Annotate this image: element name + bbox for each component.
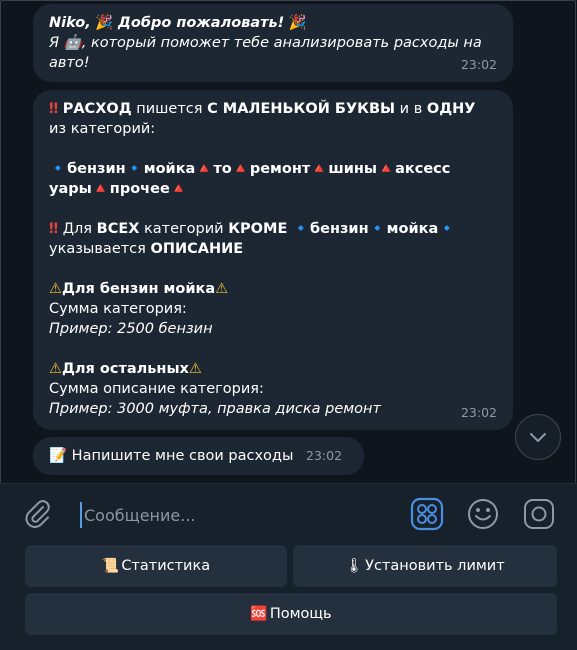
welcome-text: авто! bbox=[49, 55, 90, 71]
blue-diamond-icon: 🔹 bbox=[368, 221, 387, 237]
red-triangle-icon: 🔺 bbox=[91, 181, 110, 197]
red-triangle-icon: 🔺 bbox=[195, 161, 214, 177]
message-time: 23:02 bbox=[306, 448, 343, 463]
rules-text: ОПИСАНИЕ bbox=[150, 241, 244, 257]
paperclip-icon[interactable] bbox=[22, 498, 54, 530]
rules-text: Для bbox=[62, 221, 97, 237]
rules-text: ОДНУ bbox=[426, 101, 476, 117]
message-time: 23:02 bbox=[460, 405, 497, 420]
example-text: Пример: 2500 бензин bbox=[49, 321, 213, 337]
scroll-down-button[interactable] bbox=[515, 414, 561, 460]
category-label: аксесс bbox=[395, 161, 451, 177]
rules-text: категорий bbox=[139, 221, 229, 237]
double-exclamation-icon: ‼ bbox=[49, 221, 59, 237]
blue-diamond-icon: 🔹 bbox=[291, 221, 311, 237]
example-text: Пример: 3000 муфта, правка диска ремонт bbox=[49, 401, 381, 417]
prompt-text: Напишите мне свои расходы bbox=[71, 448, 294, 464]
warning-icon: ⚠ bbox=[188, 361, 202, 377]
warning-icon: ⚠ bbox=[215, 281, 229, 297]
thermometer-icon: 🌡 bbox=[345, 558, 364, 574]
red-triangle-icon: 🔺 bbox=[377, 161, 396, 177]
category-label: мойка bbox=[143, 161, 196, 177]
blue-diamond-icon: 🔹 bbox=[438, 221, 457, 237]
category-label: бензин bbox=[310, 221, 369, 237]
blue-diamond-icon: 🔹 bbox=[125, 161, 144, 177]
rules-message: ‼ РАСХОД пишется С МАЛЕНЬКОЙ БУКВЫ и в О… bbox=[33, 90, 513, 430]
welcome-title: Добро пожаловать! bbox=[117, 15, 285, 31]
red-triangle-icon: 🔺 bbox=[169, 181, 188, 197]
section-heading: Для бензин мойка bbox=[62, 281, 216, 297]
party-icon: 🎉 bbox=[288, 15, 307, 31]
welcome-text: , который поможет тебе анализировать рас… bbox=[81, 35, 482, 51]
bot-menu-icon[interactable] bbox=[410, 497, 444, 531]
rules-text: и в bbox=[395, 101, 427, 117]
chevron-down-icon bbox=[530, 433, 546, 442]
warning-icon: ⚠ bbox=[49, 281, 62, 297]
set-limit-label: Установить лимит bbox=[365, 558, 505, 574]
set-limit-button[interactable]: 🌡 Установить лимит bbox=[293, 545, 557, 587]
warning-icon: ⚠ bbox=[49, 361, 62, 377]
party-icon: 🎉 bbox=[95, 15, 114, 31]
rules-text: ВСЕХ bbox=[96, 221, 140, 237]
blue-diamond-icon: 🔹 bbox=[49, 161, 68, 177]
category-label: уары bbox=[49, 181, 92, 197]
category-label: бензин bbox=[67, 161, 126, 177]
category-label: прочее bbox=[109, 181, 170, 197]
sticker-icon[interactable] bbox=[522, 497, 556, 531]
message-input[interactable] bbox=[80, 502, 386, 528]
rules-text: С МАЛЕНЬКОЙ БУКВЫ bbox=[207, 101, 396, 117]
rules-text: пишется bbox=[131, 101, 208, 117]
welcome-text: Я bbox=[49, 35, 64, 51]
message-time: 23:02 bbox=[460, 57, 497, 72]
statistics-label: Статистика bbox=[121, 558, 211, 574]
red-triangle-icon: 🔺 bbox=[310, 161, 329, 177]
category-label: ремонт bbox=[249, 161, 311, 177]
statistics-button[interactable]: 📜 Статистика bbox=[25, 545, 287, 587]
category-label: шины bbox=[328, 161, 378, 177]
rules-text: РАСХОД bbox=[62, 101, 132, 117]
red-triangle-icon: 🔺 bbox=[231, 161, 250, 177]
user-name: Niko, bbox=[49, 15, 91, 31]
rules-text: из категорий: bbox=[49, 121, 156, 137]
message-composer bbox=[0, 483, 577, 546]
prompt-message: 📝 Напишите мне свои расходы 23:02 bbox=[33, 437, 364, 475]
help-button[interactable]: 🆘 Помощь bbox=[25, 593, 557, 635]
category-label: то bbox=[213, 161, 232, 177]
robot-icon: 🤖 bbox=[63, 35, 82, 51]
rules-text: КРОМЕ bbox=[228, 221, 288, 237]
scroll-icon: 📜 bbox=[101, 558, 120, 574]
memo-icon: 📝 bbox=[49, 448, 68, 464]
rules-text: Сумма категория: bbox=[49, 301, 187, 317]
category-label: мойка bbox=[386, 221, 439, 237]
double-exclamation-icon: ‼ bbox=[49, 101, 59, 117]
sos-icon: 🆘 bbox=[250, 606, 268, 622]
rules-text: Сумма описание категория: bbox=[49, 381, 264, 397]
help-label: Помощь bbox=[269, 606, 332, 622]
reply-keyboard: 📜 Статистика 🌡 Установить лимит 🆘 Помощь bbox=[0, 545, 577, 650]
rules-text: указывается bbox=[49, 241, 151, 257]
welcome-message: Niko, 🎉 Добро пожаловать! 🎉 Я 🤖, который… bbox=[33, 4, 513, 82]
emoji-icon[interactable] bbox=[466, 497, 500, 531]
section-heading: Для остальных bbox=[62, 361, 189, 377]
